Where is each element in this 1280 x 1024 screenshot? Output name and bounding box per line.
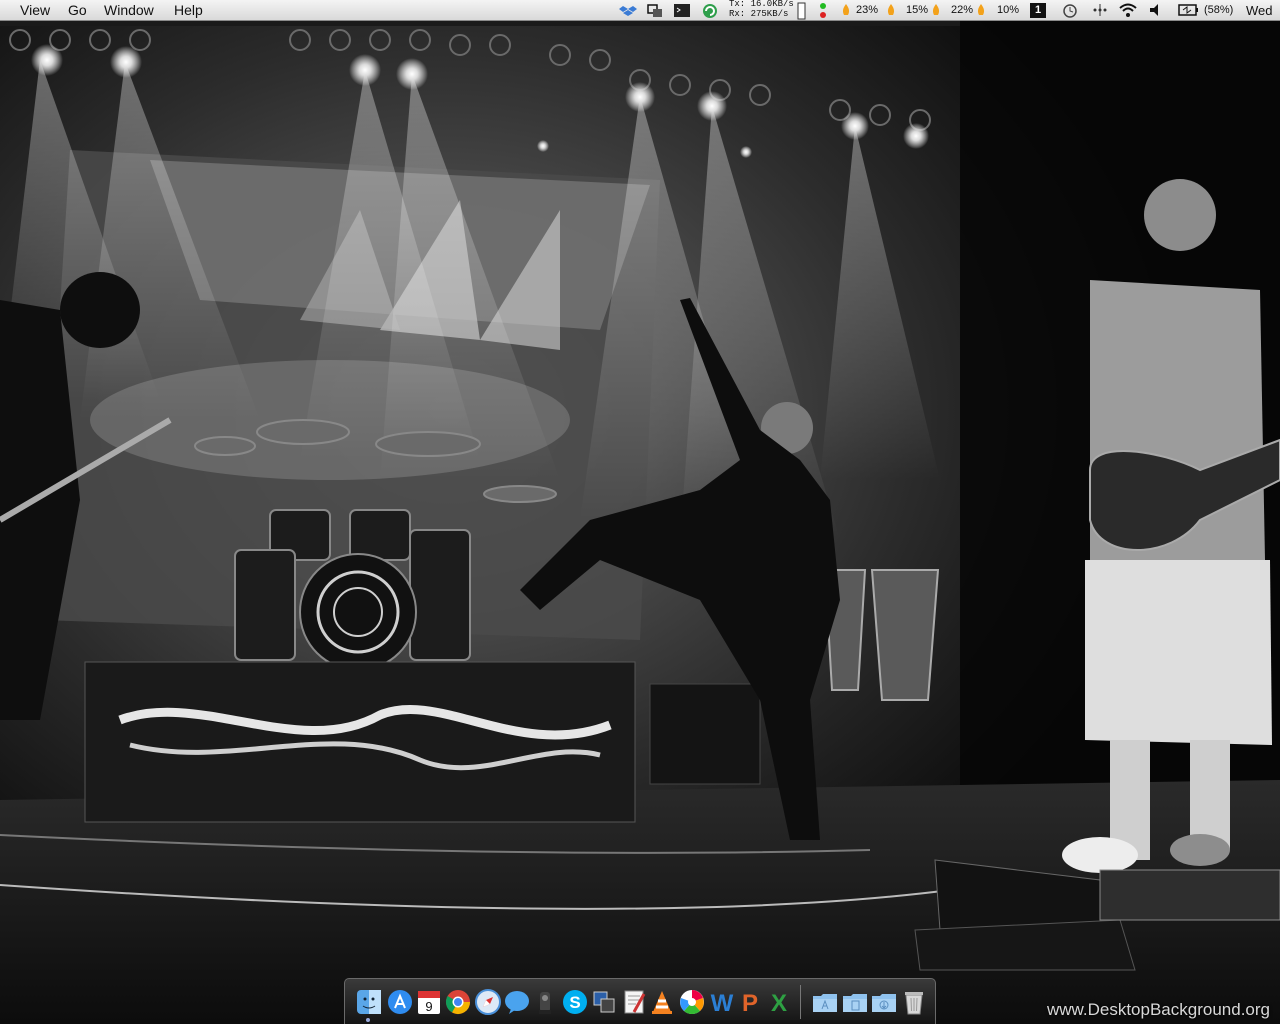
menu-go[interactable]: Go: [68, 2, 87, 19]
calendar-icon[interactable]: 9: [415, 988, 443, 1016]
virtualbox-icon[interactable]: [590, 988, 618, 1016]
messages-icon[interactable]: [503, 988, 531, 1016]
calendar-menu-icon[interactable]: 1: [1030, 3, 1046, 18]
powerpoint-icon[interactable]: P: [736, 988, 764, 1016]
cpu-core-3-usage: 22%: [951, 4, 974, 16]
cpu-core-1-usage: 23%: [856, 4, 879, 16]
app-store-icon[interactable]: [386, 988, 414, 1016]
finder-running-indicator: [366, 1018, 370, 1022]
desktop-wallpaper: [0, 0, 1280, 1024]
menu-window[interactable]: Window: [104, 2, 154, 19]
cpu-core-3-icon: [932, 4, 940, 15]
battery-percentage[interactable]: (58%): [1204, 0, 1233, 21]
calendar-date: 9: [425, 999, 432, 1014]
svg-text:W: W: [711, 990, 734, 1016]
finder-icon[interactable]: [355, 988, 383, 1016]
terminal-icon[interactable]: [673, 2, 691, 20]
script-editor-icon[interactable]: [620, 988, 648, 1016]
dock-separator: [800, 985, 801, 1019]
cpu-core-2-usage: 15%: [906, 4, 929, 16]
cpu-core-2-icon: [887, 4, 895, 15]
excel-icon[interactable]: X: [765, 988, 793, 1016]
downloads-folder-icon[interactable]: [870, 988, 898, 1016]
traffic-light-icon[interactable]: [818, 2, 828, 20]
skype-icon[interactable]: S: [561, 988, 589, 1016]
trash-icon[interactable]: [900, 988, 928, 1016]
documents-folder-icon[interactable]: [841, 988, 869, 1016]
menu-help[interactable]: Help: [174, 2, 203, 19]
applications-folder-icon[interactable]: [811, 988, 839, 1016]
calendar-day: 1: [1034, 4, 1042, 16]
audio-icon[interactable]: [531, 988, 559, 1016]
dock: 9 S W P X: [344, 978, 936, 1024]
wallpaper-watermark: www.DesktopBackground.org: [1046, 1000, 1270, 1019]
battery-icon[interactable]: [1178, 2, 1200, 18]
menu-clock[interactable]: Wed: [1246, 0, 1273, 21]
svg-text:S: S: [569, 993, 580, 1012]
cpu-core-4-usage: 10%: [997, 4, 1020, 16]
picasa-icon[interactable]: [678, 988, 706, 1016]
cpu-core-4-icon: [977, 4, 985, 15]
time-machine-icon[interactable]: [1062, 2, 1078, 18]
dropbox-icon[interactable]: [619, 2, 637, 20]
menu-view[interactable]: View: [20, 2, 50, 19]
word-icon[interactable]: W: [708, 988, 736, 1016]
menu-bar: View Go Window Help Tx: 16.0KB/s Rx: 275…: [0, 0, 1280, 21]
sync-icon[interactable]: [701, 2, 719, 20]
network-monitor[interactable]: Tx: 16.0KB/s Rx: 275KB/s: [729, 0, 794, 20]
memory-bar-icon[interactable]: [797, 2, 807, 20]
svg-text:X: X: [771, 990, 787, 1016]
volume-icon[interactable]: [1148, 2, 1164, 18]
safari-icon[interactable]: [474, 988, 502, 1016]
windows-switch-icon[interactable]: [646, 2, 664, 20]
bluetooth-icon[interactable]: [1091, 2, 1109, 18]
svg-text:P: P: [742, 990, 758, 1016]
vlc-icon[interactable]: [648, 988, 676, 1016]
cpu-core-1-icon: [842, 4, 850, 15]
network-rx: Rx: 275KB/s: [729, 9, 789, 19]
wifi-icon[interactable]: [1118, 2, 1138, 18]
chrome-icon[interactable]: [444, 988, 472, 1016]
